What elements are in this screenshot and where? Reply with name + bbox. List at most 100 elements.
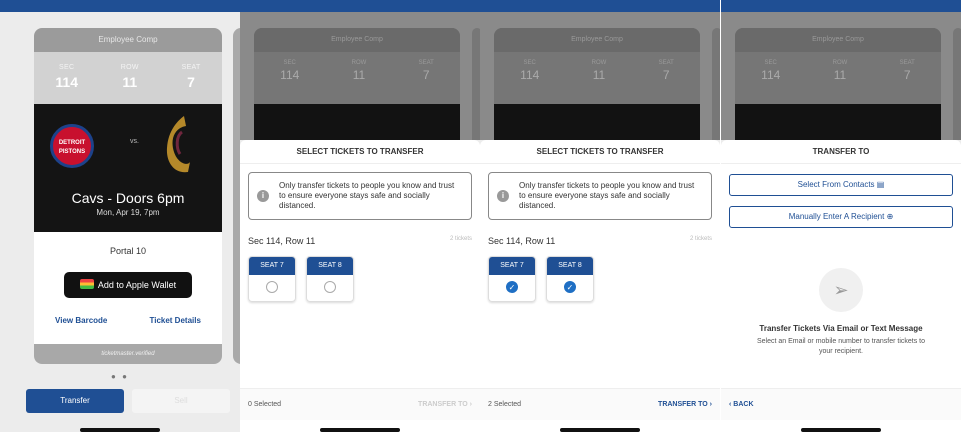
safety-notice: i Only transfer tickets to people you kno… <box>248 172 472 220</box>
ticket-links: View Barcode Ticket Details <box>34 316 222 325</box>
pistons-logo: DETROIT PISTONS <box>50 124 94 168</box>
dimmed-sec: SEC 114 <box>761 60 780 104</box>
view-barcode-link[interactable]: View Barcode <box>55 316 107 325</box>
transfer-to-button[interactable]: TRANSFER TO › <box>418 401 472 408</box>
seat-7-checkbox-checked[interactable]: ✓ <box>506 281 518 293</box>
pager-dots: ● ● <box>111 372 129 381</box>
seat-label: SEAT <box>181 64 201 71</box>
chevron-left-icon: ‹ <box>729 401 732 408</box>
seat-7-option[interactable]: SEAT 7 <box>248 256 296 302</box>
row-label: ROW <box>120 64 139 71</box>
sec-label: SEC <box>59 64 75 71</box>
dimmed-seat-info: SEC 114 ROW 11 SEAT 7 <box>494 52 700 104</box>
seat-value: 7 <box>187 74 195 90</box>
dimmed-sec-value: 114 <box>761 68 781 82</box>
dimmed-hero <box>494 104 700 140</box>
chevron-right-icon: › <box>469 401 472 408</box>
transfer-heading: Transfer Tickets Via Email or Text Messa… <box>759 324 923 333</box>
seat-7-option[interactable]: SEAT 7 ✓ <box>488 256 536 302</box>
dimmed-row-value: 11 <box>352 68 366 82</box>
dimmed-hero <box>254 104 460 140</box>
transfer-to-button[interactable]: TRANSFER TO › <box>658 401 712 408</box>
ticketmaster-verified: ticketmaster.verified <box>34 344 222 364</box>
transfer-button[interactable]: Transfer <box>26 389 124 413</box>
dimmed-row-label: ROW <box>832 60 848 66</box>
select-from-contacts-button[interactable]: Select From Contacts ▤ <box>729 174 953 196</box>
safety-notice: i Only transfer tickets to people you kno… <box>488 172 712 220</box>
dimmed-sec-label: SEC <box>523 60 536 66</box>
info-icon: i <box>257 190 269 202</box>
dimmed-row: ROW 11 <box>352 60 367 104</box>
manual-label: Manually Enter A Recipient <box>788 212 885 221</box>
sec-column: SEC 114 <box>55 64 78 104</box>
seat-8-checkbox[interactable] <box>324 281 336 293</box>
notice-text: Only transfer tickets to people you know… <box>279 181 455 210</box>
manual-recipient-button[interactable]: Manually Enter A Recipient ⊕ <box>729 206 953 228</box>
chevron-right-icon: › <box>709 401 712 408</box>
dimmed-row-value: 11 <box>833 68 847 82</box>
wallet-label: Add to Apple Wallet <box>97 280 177 290</box>
dimmed-header: Employee Comp <box>494 28 700 52</box>
dimmed-seat-label: SEAT <box>418 60 434 66</box>
ticket-details-link[interactable]: Ticket Details <box>149 316 200 325</box>
event-date: Mon, Apr 19, 7pm <box>96 208 160 217</box>
transfer-subtext: Select an Email or mobile number to tran… <box>756 338 926 355</box>
seat-8-label: SEAT 8 <box>307 257 353 275</box>
card-header: Employee Comp <box>34 28 222 52</box>
dimmed-sec-label: SEC <box>283 60 296 66</box>
sheet-footer: ‹ BACK <box>721 388 961 420</box>
back-label: BACK <box>733 401 754 408</box>
dimmed-seat-label: SEAT <box>899 60 915 66</box>
wallet-icon <box>79 279 94 289</box>
home-indicator <box>560 428 640 432</box>
dimmed-card: Employee Comp SEC 114 ROW 11 SEAT 7 <box>254 28 460 140</box>
event-hero: DETROIT PISTONS vs. Cavs - Doors 6pm Mon… <box>34 104 222 232</box>
dimmed-row-value: 11 <box>592 68 606 82</box>
info-icon: i <box>497 190 509 202</box>
select-tickets-screen-selected: Employee Comp SEC 114 ROW 11 SEAT 7 SELECT … <box>480 0 720 432</box>
dimmed-seat-info: SEC 114 ROW 11 SEAT 7 <box>254 52 460 104</box>
dimmed-card: Employee Comp SEC 114 ROW 11 SEAT 7 <box>494 28 700 140</box>
dimmed-seat-info: SEC 114 ROW 11 SEAT 7 <box>735 52 941 104</box>
dimmed-seat-value: 7 <box>903 68 911 82</box>
seat-options: SEAT 7 ✓ SEAT 8 ✓ <box>488 256 712 302</box>
transfer-to-label: TRANSFER TO <box>418 401 468 408</box>
sell-button[interactable]: Sell <box>132 389 230 413</box>
back-button[interactable]: ‹ BACK <box>729 401 754 408</box>
transfer-to-screen: Employee Comp SEC 114 ROW 11 SEAT 7 TRANSFE… <box>721 0 961 432</box>
seat-8-option[interactable]: SEAT 8 ✓ <box>546 256 594 302</box>
seat-7-checkbox[interactable] <box>266 281 278 293</box>
transfer-to-label: TRANSFER TO <box>658 401 708 408</box>
seat-7-label: SEAT 7 <box>249 257 295 275</box>
add-to-wallet-button[interactable]: Add to Apple Wallet <box>64 272 192 298</box>
portal-label: Portal 10 <box>109 246 147 256</box>
sheet-title: SELECT TICKETS TO TRANSFER <box>240 140 480 164</box>
section-row: Sec 114, Row 11 2 tickets <box>488 236 712 246</box>
dimmed-seat-value: 7 <box>662 68 670 82</box>
seat-column: SEAT 7 <box>182 64 201 104</box>
transfer-to-sheet: TRANSFER TO Select From Contacts ▤ Manua… <box>721 140 961 432</box>
status-bar <box>0 0 240 12</box>
dimmed-sec-value: 114 <box>280 68 300 82</box>
home-indicator <box>80 428 160 432</box>
home-indicator <box>801 428 881 432</box>
section-row: Sec 114, Row 11 2 tickets <box>248 236 472 246</box>
section-label: Sec 114, Row 11 <box>488 236 556 246</box>
seat-8-checkbox-checked[interactable]: ✓ <box>564 281 576 293</box>
seat-8-option[interactable]: SEAT 8 <box>306 256 354 302</box>
next-ticket-peek[interactable] <box>233 28 240 364</box>
row-value: 11 <box>122 74 138 90</box>
ticket-card[interactable]: Employee Comp SEC 114 ROW 11 SEAT 7 DETROIT… <box>34 28 222 364</box>
dimmed-peek <box>953 28 961 140</box>
seat-info: SEC 114 ROW 11 SEAT 7 <box>34 52 222 104</box>
sheet-title: SELECT TICKETS TO TRANSFER <box>480 140 720 164</box>
dimmed-peek <box>472 28 480 140</box>
vs-label: vs. <box>130 138 139 145</box>
sheet-title: TRANSFER TO <box>721 140 961 164</box>
dimmed-seat: SEAT 7 <box>900 60 915 104</box>
seat-8-label: SEAT 8 <box>547 257 593 275</box>
dimmed-row-label: ROW <box>351 60 367 66</box>
seat-7-label: SEAT 7 <box>489 257 535 275</box>
dimmed-card: Employee Comp SEC 114 ROW 11 SEAT 7 <box>735 28 941 140</box>
cavaliers-logo <box>166 116 190 173</box>
